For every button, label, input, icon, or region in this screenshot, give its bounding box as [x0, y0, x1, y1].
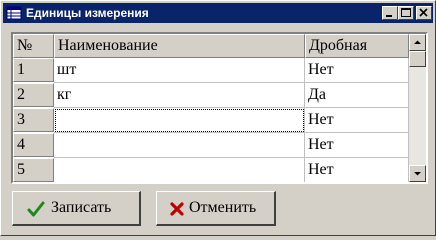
- minimize-icon: [386, 15, 392, 17]
- app-grid-icon: [6, 5, 22, 21]
- name-cell[interactable]: кг: [54, 83, 305, 108]
- name-cell[interactable]: шт: [54, 58, 305, 83]
- green-check-icon: [27, 200, 45, 218]
- name-cell-focused[interactable]: [54, 108, 305, 133]
- vertical-scrollbar[interactable]: [409, 34, 426, 182]
- save-button[interactable]: Записать: [12, 191, 141, 226]
- title-bar[interactable]: Единицы измерения: [3, 3, 433, 23]
- close-icon: [419, 8, 428, 17]
- arrow-up-icon: [414, 40, 421, 44]
- fractional-cell[interactable]: Да: [305, 83, 409, 108]
- row-number: 5: [13, 158, 54, 182]
- column-header-number[interactable]: №: [13, 34, 54, 58]
- column-header-name[interactable]: Наименование: [54, 34, 305, 58]
- column-header-fractional[interactable]: Дробная: [305, 34, 409, 58]
- name-cell[interactable]: [54, 133, 305, 158]
- row-number: 2: [13, 83, 54, 107]
- maximize-button[interactable]: [398, 6, 414, 20]
- fractional-cell[interactable]: Нет: [305, 58, 409, 83]
- fractional-cell[interactable]: Нет: [305, 108, 409, 133]
- save-button-label: Записать: [51, 199, 112, 216]
- scroll-thumb[interactable]: [409, 51, 426, 67]
- row-number: 3: [13, 108, 54, 132]
- row-number: 1: [13, 58, 54, 82]
- fractional-cell[interactable]: Нет: [305, 158, 409, 182]
- units-grid[interactable]: № Наименование Дробная 1 шт Нет 2 кг Да …: [11, 32, 428, 184]
- maximize-icon: [401, 8, 411, 17]
- window-title: Единицы измерения: [26, 6, 149, 20]
- name-cell[interactable]: [54, 158, 305, 182]
- units-window: Единицы измерения № Наименование Дробная…: [0, 0, 436, 236]
- close-button[interactable]: [416, 6, 432, 20]
- scroll-up-button[interactable]: [409, 34, 426, 51]
- red-x-icon: [168, 200, 186, 218]
- scroll-down-button[interactable]: [409, 165, 426, 182]
- minimize-button[interactable]: [382, 6, 398, 20]
- row-number: 4: [13, 133, 54, 157]
- fractional-cell[interactable]: Нет: [305, 133, 409, 158]
- cancel-button[interactable]: Отменить: [156, 191, 276, 226]
- cancel-button-label: Отменить: [189, 199, 257, 216]
- arrow-down-icon: [414, 172, 421, 176]
